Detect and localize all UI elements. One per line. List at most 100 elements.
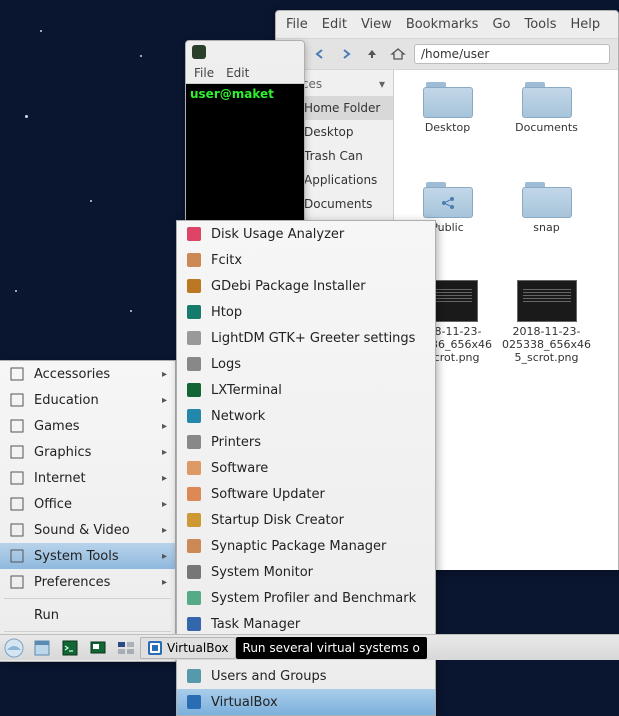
- fm-menu-view[interactable]: View: [361, 17, 392, 32]
- submenu-label: Software Updater: [211, 487, 325, 502]
- category-icon: [8, 443, 26, 461]
- fm-menu-edit[interactable]: Edit: [322, 17, 347, 32]
- submenu-item[interactable]: LightDM GTK+ Greeter settings: [177, 325, 435, 351]
- submenu-item[interactable]: Synaptic Package Manager: [177, 533, 435, 559]
- submenu-item[interactable]: LXTerminal: [177, 377, 435, 403]
- submenu-label: VirtualBox: [211, 695, 278, 710]
- submenu-label: Software: [211, 461, 268, 476]
- sidebar-item-label: Documents: [304, 197, 372, 211]
- app-icon: [185, 537, 203, 555]
- chevron-right-icon: ▸: [162, 447, 167, 458]
- menu-label: Internet: [34, 471, 86, 486]
- taskbar-show-desktop-icon[interactable]: [85, 637, 111, 659]
- fm-menu-help[interactable]: Help: [571, 17, 601, 32]
- submenu-label: Task Manager: [211, 617, 300, 632]
- chevron-right-icon: ▸: [162, 473, 167, 484]
- up-icon[interactable]: [362, 44, 382, 64]
- start-button[interactable]: [1, 637, 27, 659]
- fm-menu-file[interactable]: File: [286, 17, 308, 32]
- folder-icon: [522, 80, 572, 118]
- submenu-item[interactable]: Startup Disk Creator: [177, 507, 435, 533]
- submenu-item[interactable]: Htop: [177, 299, 435, 325]
- fm-toolbar: [276, 39, 618, 70]
- fm-menu-bookmarks[interactable]: Bookmarks: [406, 17, 479, 32]
- taskbar-app-label: VirtualBox: [167, 641, 229, 655]
- menu-item-run[interactable]: Run: [0, 602, 175, 628]
- category-icon: [8, 547, 26, 565]
- submenu-label: Startup Disk Creator: [211, 513, 344, 528]
- app-icon: [185, 433, 203, 451]
- category-icon: [8, 469, 26, 487]
- submenu-label: GDebi Package Installer: [211, 279, 366, 294]
- menu-separator: [4, 631, 171, 632]
- app-menu[interactable]: Accessories▸Education▸Games▸Graphics▸Int…: [0, 360, 176, 662]
- menu-item[interactable]: System Tools▸: [0, 543, 175, 569]
- menu-item[interactable]: Sound & Video▸: [0, 517, 175, 543]
- menu-item[interactable]: Graphics▸: [0, 439, 175, 465]
- submenu-item[interactable]: Software: [177, 455, 435, 481]
- terminal-body[interactable]: user@maket: [186, 84, 304, 234]
- category-icon: [8, 573, 26, 591]
- fm-menubar[interactable]: File Edit View Bookmarks Go Tools Help: [276, 11, 618, 39]
- submenu-item[interactable]: System Profiler and Benchmark: [177, 585, 435, 611]
- forward-icon[interactable]: [336, 44, 356, 64]
- submenu-item[interactable]: VirtualBox: [177, 689, 435, 715]
- folder-item[interactable]: snap: [499, 180, 594, 280]
- submenu-item[interactable]: GDebi Package Installer: [177, 273, 435, 299]
- category-icon: [8, 521, 26, 539]
- menu-item[interactable]: Games▸: [0, 413, 175, 439]
- file-label: snap: [531, 221, 561, 234]
- category-icon: [8, 391, 26, 409]
- chevron-down-icon: ▾: [379, 77, 385, 91]
- app-icon: [185, 225, 203, 243]
- menu-label: Accessories: [34, 367, 110, 382]
- folder-item[interactable]: Documents: [499, 80, 594, 180]
- back-icon[interactable]: [310, 44, 330, 64]
- terminal-titlebar[interactable]: [186, 41, 304, 63]
- taskbar-app-virtualbox[interactable]: VirtualBox: [140, 637, 236, 659]
- home-icon[interactable]: [388, 44, 408, 64]
- fm-menu-go[interactable]: Go: [492, 17, 510, 32]
- submenu-item[interactable]: Network: [177, 403, 435, 429]
- fm-menu-tools[interactable]: Tools: [524, 17, 556, 32]
- taskbar-terminal-icon[interactable]: [57, 637, 83, 659]
- submenu-item[interactable]: System Monitor: [177, 559, 435, 585]
- app-icon: [185, 381, 203, 399]
- chevron-right-icon: ▸: [162, 369, 167, 380]
- category-icon: [8, 365, 26, 383]
- menu-label: Games: [34, 419, 79, 434]
- path-input[interactable]: [414, 44, 610, 64]
- taskbar-fm-icon[interactable]: [29, 637, 55, 659]
- taskbar[interactable]: VirtualBox Run several virtual systems o: [0, 634, 619, 660]
- menu-item[interactable]: Preferences▸: [0, 569, 175, 595]
- app-icon: [185, 277, 203, 295]
- chevron-right-icon: ▸: [162, 525, 167, 536]
- file-label: Desktop: [423, 121, 472, 134]
- taskbar-workspace-icon[interactable]: [113, 637, 139, 659]
- submenu-item[interactable]: Logs: [177, 351, 435, 377]
- submenu-item[interactable]: Fcitx: [177, 247, 435, 273]
- terminal-window[interactable]: File Edit user@maket: [185, 40, 305, 240]
- menu-label: Education: [34, 393, 99, 408]
- submenu-item[interactable]: Users and Groups: [177, 663, 435, 689]
- app-icon: [185, 459, 203, 477]
- menu-item[interactable]: Education▸: [0, 387, 175, 413]
- category-icon: [8, 495, 26, 513]
- taskbar-tooltip: Run several virtual systems o: [236, 637, 427, 659]
- file-item[interactable]: 2018-11-23-025338_656x465_scrot.png: [499, 280, 594, 380]
- submenu-label: LightDM GTK+ Greeter settings: [211, 331, 415, 346]
- folder-item[interactable]: Desktop: [400, 80, 495, 180]
- menu-item[interactable]: Internet ▸: [0, 465, 175, 491]
- terminal-menubar[interactable]: File Edit: [186, 63, 304, 84]
- terminal-menu-edit[interactable]: Edit: [226, 66, 249, 80]
- app-icon: [185, 511, 203, 529]
- submenu-item[interactable]: Printers: [177, 429, 435, 455]
- terminal-menu-file[interactable]: File: [194, 66, 214, 80]
- virtualbox-icon: [147, 640, 163, 656]
- submenu-item[interactable]: Disk Usage Analyzer: [177, 221, 435, 247]
- submenu-item[interactable]: Software Updater: [177, 481, 435, 507]
- menu-item[interactable]: Accessories ▸: [0, 361, 175, 387]
- menu-label: System Tools: [34, 549, 119, 564]
- menu-item[interactable]: Office▸: [0, 491, 175, 517]
- app-icon: [185, 355, 203, 373]
